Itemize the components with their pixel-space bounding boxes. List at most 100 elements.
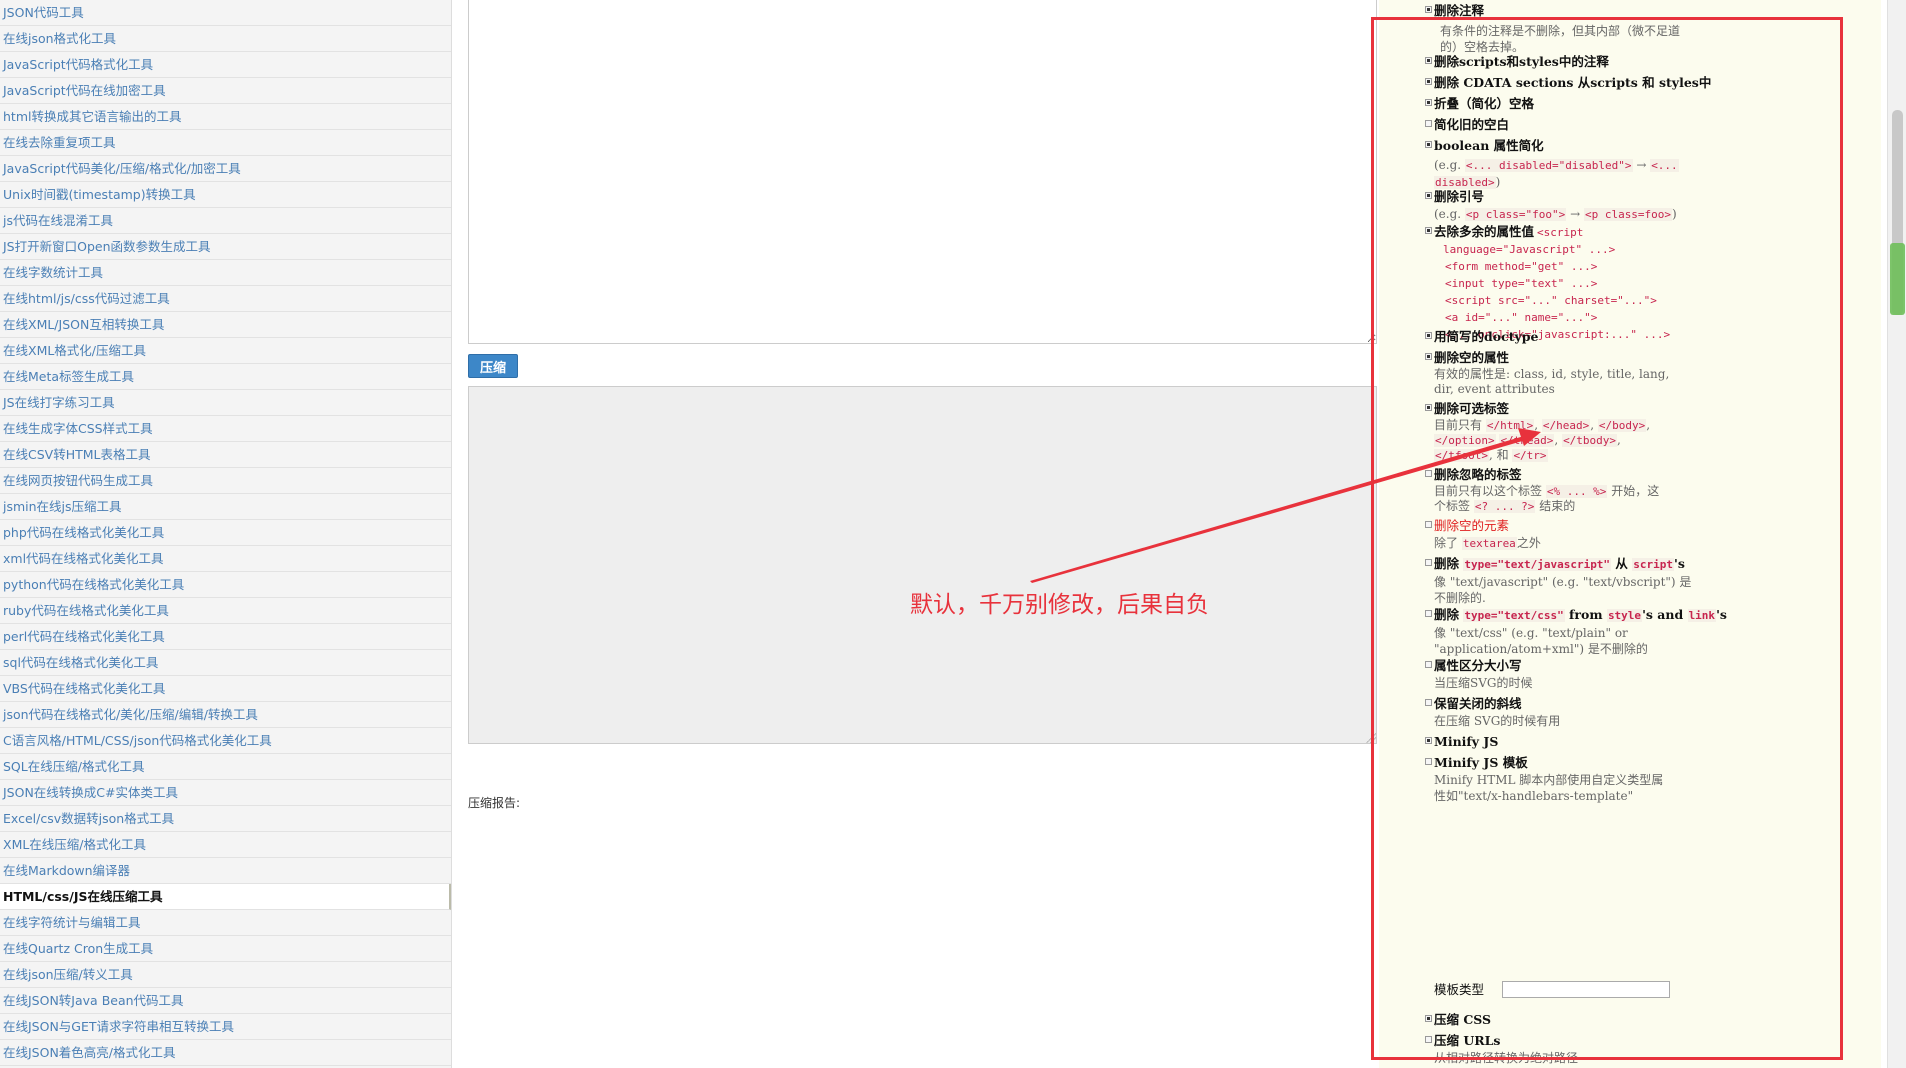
sidebar-item[interactable]: 在线网页按钮代码生成工具 bbox=[0, 468, 451, 494]
compress-report-label: 压缩报告: bbox=[468, 796, 521, 810]
code-example: <form method="get" ...> bbox=[1445, 260, 1598, 273]
input-textarea[interactable] bbox=[468, 0, 1377, 344]
sidebar-item[interactable]: VBS代码在线格式化美化工具 bbox=[0, 676, 451, 702]
sidebar-item[interactable]: 在线json压缩/转义工具 bbox=[0, 962, 451, 988]
checkbox[interactable] bbox=[1425, 57, 1432, 64]
option-remove-quotes[interactable]: 删除引号 (e.g. <p class="foo"> → <p class=fo… bbox=[1425, 189, 1677, 223]
option-keep-closing-slash[interactable]: 保留关闭的斜线 在压缩 SVG的时候有用 bbox=[1425, 696, 1560, 730]
template-type-label-row: 模板类型 bbox=[1434, 982, 1485, 997]
scrollbar-marker bbox=[1890, 243, 1905, 315]
sidebar-item[interactable]: 在线JSON着色高亮/格式化工具 bbox=[0, 1040, 451, 1066]
checkbox[interactable] bbox=[1425, 758, 1432, 765]
option-short-doctype[interactable]: 用简写的doctype bbox=[1425, 329, 1538, 345]
option-minify-js-templates[interactable]: Minify JS 模板 Minify HTML 脚本内部使用自定义类型属 性如… bbox=[1425, 755, 1663, 804]
option-remove-empty-elements[interactable]: 删除空的元素 除了 textarea之外 bbox=[1425, 518, 1541, 552]
sidebar-item[interactable]: Unix时间戳(timestamp)转换工具 bbox=[0, 182, 451, 208]
options-panel: 删除注释 有条件的注释是不删除，但其内部（微不足道 的）空格去掉。 删除scri… bbox=[1379, 0, 1881, 1068]
sidebar-item[interactable]: 在线Quartz Cron生成工具 bbox=[0, 936, 451, 962]
checkbox[interactable] bbox=[1425, 141, 1432, 148]
option-collapse-boolean[interactable]: boolean 属性简化 (e.g. <... disabled="disabl… bbox=[1425, 138, 1679, 191]
sidebar-item[interactable]: 在线html/js/css代码过滤工具 bbox=[0, 286, 451, 312]
sidebar-item[interactable]: python代码在线格式化美化工具 bbox=[0, 572, 451, 598]
option-remove-cdata[interactable]: 删除 CDATA sections 从scripts 和 styles中 bbox=[1425, 75, 1711, 91]
sidebar-item[interactable]: JavaScript代码美化/压缩/格式化/加密工具 bbox=[0, 156, 451, 182]
checkbox[interactable] bbox=[1425, 661, 1432, 668]
compress-button[interactable]: 压缩 bbox=[468, 354, 518, 378]
sidebar-item[interactable]: C语言风格/HTML/CSS/json代码格式化美化工具 bbox=[0, 728, 451, 754]
checkbox[interactable] bbox=[1425, 78, 1432, 85]
checkbox[interactable] bbox=[1425, 559, 1432, 566]
checkbox[interactable] bbox=[1425, 120, 1432, 127]
sidebar-item[interactable]: 在线Markdown编译器 bbox=[0, 858, 451, 884]
option-remove-ignored-tags[interactable]: 删除忽略的标签 目前只有以这个标签 <% ... %> 开始，这 个标签 <? … bbox=[1425, 467, 1659, 514]
sidebar-item[interactable]: html转换成其它语言输出的工具 bbox=[0, 104, 451, 130]
option-collapse-whitespace[interactable]: 折叠（简化）空格 bbox=[1425, 96, 1534, 112]
checkbox[interactable] bbox=[1425, 332, 1432, 339]
sidebar-item[interactable]: 在线JSON与GET请求字符串相互转换工具 bbox=[0, 1014, 451, 1040]
checkbox[interactable] bbox=[1425, 353, 1432, 360]
sidebar-item[interactable]: JS打开新窗口Open函数参数生成工具 bbox=[0, 234, 451, 260]
sidebar-item[interactable]: json代码在线格式化/美化/压缩/编辑/转换工具 bbox=[0, 702, 451, 728]
sidebar-item[interactable]: 在线去除重复项工具 bbox=[0, 130, 451, 156]
checkbox[interactable] bbox=[1425, 610, 1432, 617]
checkbox[interactable] bbox=[1425, 521, 1432, 528]
checkbox[interactable] bbox=[1425, 227, 1432, 234]
sidebar-item[interactable]: 在线CSV转HTML表格工具 bbox=[0, 442, 451, 468]
sidebar-item[interactable]: 在线字数统计工具 bbox=[0, 260, 451, 286]
option-remove-redundant-attributes[interactable]: 去除多余的属性值 <script language="Javascript" ..… bbox=[1425, 224, 1670, 343]
sidebar-item[interactable]: 在线XML/JSON互相转换工具 bbox=[0, 312, 451, 338]
sidebar-item[interactable]: ruby代码在线格式化美化工具 bbox=[0, 598, 451, 624]
redundant-attributes-examples: language="Javascript" ...> <form method="… bbox=[1434, 241, 1670, 343]
template-type-input[interactable] bbox=[1502, 981, 1670, 998]
option-conservative-collapse[interactable]: 简化旧的空白 bbox=[1425, 117, 1509, 133]
code-example: language="Javascript" ...> bbox=[1443, 243, 1616, 256]
option-minify-js[interactable]: Minify JS bbox=[1425, 734, 1498, 750]
checkbox[interactable] bbox=[1425, 404, 1432, 411]
option-remove-script-type[interactable]: 删除 type="text/javascript" 从 script's 像 "… bbox=[1425, 556, 1691, 606]
sidebar-item[interactable]: jsmin在线js压缩工具 bbox=[0, 494, 451, 520]
sidebar-item[interactable]: JS在线打字练习工具 bbox=[0, 390, 451, 416]
sidebar-item[interactable]: XML在线压缩/格式化工具 bbox=[0, 832, 451, 858]
sidebar-item[interactable]: JavaScript代码格式化工具 bbox=[0, 52, 451, 78]
option-remove-style-type[interactable]: 删除 type="text/css" from style's and link… bbox=[1425, 607, 1727, 657]
option-remove-optional-tags[interactable]: 删除可选标签 目前只有 </html>, </head>, </body>, <… bbox=[1425, 401, 1650, 463]
sidebar-item[interactable]: perl代码在线格式化美化工具 bbox=[0, 624, 451, 650]
sidebar-item[interactable]: js代码在线混淆工具 bbox=[0, 208, 451, 234]
checkbox[interactable] bbox=[1425, 470, 1432, 477]
checkbox[interactable] bbox=[1425, 192, 1432, 199]
sidebar-item[interactable]: 在线JSON转Java Bean代码工具 bbox=[0, 988, 451, 1014]
sidebar-item[interactable]: 在线json格式化工具 bbox=[0, 26, 451, 52]
tool-list: JSON代码工具 在线json格式化工具 JavaScript代码格式化工具 Java… bbox=[0, 0, 451, 1066]
sidebar-item[interactable]: JavaScript代码在线加密工具 bbox=[0, 78, 451, 104]
sidebar-item[interactable]: 在线生成字体CSS样式工具 bbox=[0, 416, 451, 442]
option-case-sensitive[interactable]: 属性区分大小写 当压缩SVG的时候 bbox=[1425, 658, 1532, 692]
checkbox[interactable] bbox=[1425, 737, 1432, 744]
option-remove-script-comments[interactable]: 删除scripts和styles中的注释 bbox=[1425, 54, 1609, 70]
sidebar-item[interactable]: 在线字符统计与编辑工具 bbox=[0, 910, 451, 936]
checkbox[interactable] bbox=[1425, 699, 1432, 706]
sidebar-item[interactable]: SQL在线压缩/格式化工具 bbox=[0, 754, 451, 780]
sidebar-item[interactable]: 在线Meta标签生成工具 bbox=[0, 364, 451, 390]
sidebar-item[interactable]: Excel/csv数据转json格式工具 bbox=[0, 806, 451, 832]
sidebar-item[interactable]: JSON代码工具 bbox=[0, 0, 451, 26]
sidebar-item[interactable]: sql代码在线格式化美化工具 bbox=[0, 650, 451, 676]
sidebar-item[interactable]: HTML/css/JS在线压缩工具 bbox=[0, 884, 451, 910]
option-compress-css[interactable]: 压缩 CSS bbox=[1425, 1012, 1491, 1028]
checkbox[interactable] bbox=[1425, 99, 1432, 106]
code-example: <script src="..." charset="..."> bbox=[1445, 294, 1657, 307]
tool-sidebar: JSON代码工具 在线json格式化工具 JavaScript代码格式化工具 Java… bbox=[0, 0, 452, 1068]
output-textarea[interactable] bbox=[468, 386, 1377, 744]
checkbox[interactable] bbox=[1425, 1036, 1432, 1043]
option-compress-urls[interactable]: 压缩 URLs 从相对路径转换为绝对路径 bbox=[1425, 1033, 1578, 1067]
option-remove-comments[interactable]: 删除注释 有条件的注释是不删除，但其内部（微不足道 的）空格去掉。 bbox=[1425, 3, 1680, 55]
sidebar-item[interactable]: xml代码在线格式化美化工具 bbox=[0, 546, 451, 572]
checkbox[interactable] bbox=[1425, 6, 1432, 13]
page-scrollbar[interactable] bbox=[1887, 0, 1906, 1068]
sidebar-item[interactable]: php代码在线格式化美化工具 bbox=[0, 520, 451, 546]
resize-grip-icon[interactable] bbox=[1366, 733, 1376, 743]
sidebar-item[interactable]: 在线XML格式化/压缩工具 bbox=[0, 338, 451, 364]
checkbox[interactable] bbox=[1425, 1015, 1432, 1022]
sidebar-item[interactable]: JSON在线转换成C#实体类工具 bbox=[0, 780, 451, 806]
option-remove-empty-attributes[interactable]: 删除空的属性 有效的属性是: class, id, style, title, … bbox=[1425, 350, 1669, 397]
code-example: <input type="text" ...> bbox=[1445, 277, 1598, 290]
